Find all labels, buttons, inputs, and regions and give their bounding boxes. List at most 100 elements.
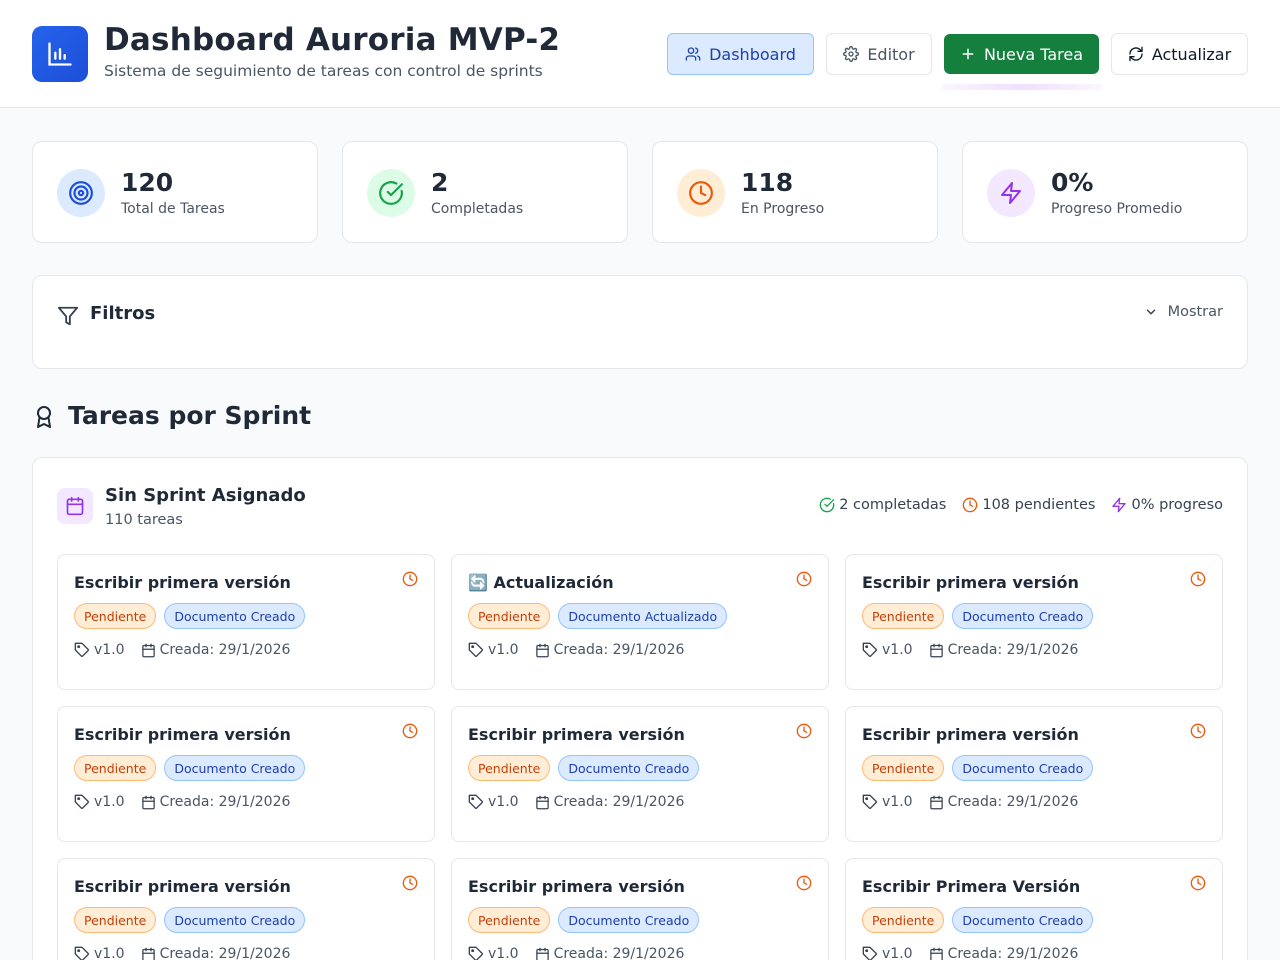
task-created-label: Creada: 29/1/2026 xyxy=(947,794,1079,810)
tag-icon xyxy=(862,642,878,658)
stat-label: En Progreso xyxy=(741,201,825,217)
task-badges: Pendiente Documento Creado xyxy=(468,755,700,781)
tag-icon xyxy=(862,946,878,960)
task-title: Escribir primera versión xyxy=(468,725,685,744)
task-version: v1.0 xyxy=(468,946,519,960)
tag-icon xyxy=(468,946,484,960)
calendar-icon xyxy=(929,643,943,657)
task-created: Creada: 29/1/2026 xyxy=(535,946,685,960)
tag-icon xyxy=(74,946,90,960)
clock-icon xyxy=(796,571,812,587)
task-title: Escribir Primera Versión xyxy=(862,877,1081,896)
sprint-title: Sin Sprint Asignado xyxy=(105,485,306,506)
task-version: v1.0 xyxy=(862,794,913,810)
task-card[interactable]: 🔄 Actualización Pendiente Documento Actu… xyxy=(451,554,829,690)
task-badges: Pendiente Documento Creado xyxy=(74,755,306,781)
task-badges: Pendiente Documento Creado xyxy=(468,907,700,933)
type-badge: Documento Creado xyxy=(952,907,1094,933)
task-created-label: Creada: 29/1/2026 xyxy=(553,946,685,960)
task-badges: Pendiente Documento Creado xyxy=(862,907,1094,933)
type-badge: Documento Creado xyxy=(164,755,306,781)
task-meta: v1.0 Creada: 29/1/2026 xyxy=(468,794,684,810)
filter-icon xyxy=(57,306,79,326)
award-icon xyxy=(37,406,51,428)
calendar-icon xyxy=(141,643,155,657)
type-badge: Documento Creado xyxy=(558,907,700,933)
calendar-icon xyxy=(57,488,93,524)
task-card[interactable]: Escribir primera versión Pendiente Docum… xyxy=(845,706,1223,842)
tag-icon xyxy=(74,642,90,658)
task-version-label: v1.0 xyxy=(882,946,913,960)
target-icon xyxy=(57,169,105,217)
type-badge: Documento Creado xyxy=(952,603,1094,629)
task-created: Creada: 29/1/2026 xyxy=(929,642,1079,658)
task-created: Creada: 29/1/2026 xyxy=(535,794,685,810)
stat-card-total: 120 Total de Tareas xyxy=(32,141,318,243)
tag-icon xyxy=(468,794,484,810)
status-badge: Pendiente xyxy=(74,907,157,933)
users-icon xyxy=(685,47,701,61)
task-created: Creada: 29/1/2026 xyxy=(141,946,290,960)
status-badge: Pendiente xyxy=(862,603,945,629)
task-version: v1.0 xyxy=(862,946,913,960)
task-title: Escribir primera versión xyxy=(74,573,291,592)
task-meta: v1.0 Creada: 29/1/2026 xyxy=(74,794,290,810)
new-task-button-label: Nueva Tarea xyxy=(983,44,1084,64)
refresh-icon xyxy=(1129,46,1143,62)
calendar-icon xyxy=(929,795,943,809)
stat-card-completed: 2 Completadas xyxy=(342,141,628,243)
calendar-icon xyxy=(535,643,549,657)
task-version: v1.0 xyxy=(862,642,913,658)
stat-label: Progreso Promedio xyxy=(1051,201,1183,217)
filters-toggle-button[interactable]: Mostrar xyxy=(1144,304,1223,320)
refresh-button[interactable]: Actualizar xyxy=(1111,33,1248,75)
stat-value: 118 xyxy=(741,168,794,197)
editor-button[interactable]: Editor xyxy=(826,33,932,75)
clock-icon xyxy=(1190,875,1206,891)
calendar-icon xyxy=(929,947,943,960)
task-card[interactable]: Escribir primera versión Pendiente Docum… xyxy=(57,706,435,842)
type-badge: Documento Creado xyxy=(558,755,700,781)
task-meta: v1.0 Creada: 29/1/2026 xyxy=(74,946,290,960)
stat-label: Completadas xyxy=(431,201,524,217)
task-card[interactable]: Escribir primera versión Pendiente Docum… xyxy=(57,554,435,690)
task-title: Escribir primera versión xyxy=(468,877,685,896)
task-version-label: v1.0 xyxy=(94,946,125,960)
task-card[interactable]: Escribir primera versión Pendiente Docum… xyxy=(451,858,829,960)
status-badge: Pendiente xyxy=(468,603,551,629)
stat-card-avg-progress: 0% Progreso Promedio xyxy=(962,141,1248,243)
task-meta: v1.0 Creada: 29/1/2026 xyxy=(862,946,1078,960)
task-title: Escribir primera versión xyxy=(74,725,291,744)
task-version-label: v1.0 xyxy=(488,794,519,810)
editor-button-label: Editor xyxy=(867,44,915,64)
stat-value: 120 xyxy=(121,168,174,197)
zap-icon xyxy=(987,169,1035,217)
task-created: Creada: 29/1/2026 xyxy=(535,642,684,658)
task-meta: v1.0 Creada: 29/1/2026 xyxy=(862,642,1078,658)
status-badge: Pendiente xyxy=(468,907,551,933)
task-title: 🔄 Actualización xyxy=(468,573,614,592)
task-card[interactable]: Escribir primera versión Pendiente Docum… xyxy=(451,706,829,842)
task-meta: v1.0 Creada: 29/1/2026 xyxy=(468,946,684,960)
status-badge: Pendiente xyxy=(862,755,945,781)
task-card[interactable]: Escribir Primera Versión Pendiente Docum… xyxy=(845,858,1223,960)
task-badges: Pendiente Documento Creado xyxy=(74,603,306,629)
section-title: Tareas por Sprint xyxy=(68,401,312,430)
clock-icon xyxy=(677,169,725,217)
dashboard-button[interactable]: Dashboard xyxy=(667,33,814,75)
task-card[interactable]: Escribir primera versión Pendiente Docum… xyxy=(845,554,1223,690)
clock-icon xyxy=(402,875,418,891)
clock-icon xyxy=(402,571,418,587)
task-title: Escribir primera versión xyxy=(74,877,291,896)
task-created-label: Creada: 29/1/2026 xyxy=(553,794,685,810)
task-created-label: Creada: 29/1/2026 xyxy=(159,642,291,658)
gear-icon xyxy=(843,46,860,62)
task-created-label: Creada: 29/1/2026 xyxy=(947,642,1079,658)
dashboard-button-label: Dashboard xyxy=(709,44,796,64)
task-version-label: v1.0 xyxy=(488,946,519,960)
check-circle-icon xyxy=(367,169,415,217)
tag-icon xyxy=(468,642,484,658)
task-card[interactable]: Escribir primera versión Pendiente Docum… xyxy=(57,858,435,960)
new-task-button[interactable]: Nueva Tarea xyxy=(944,34,1099,74)
clock-icon xyxy=(796,875,812,891)
